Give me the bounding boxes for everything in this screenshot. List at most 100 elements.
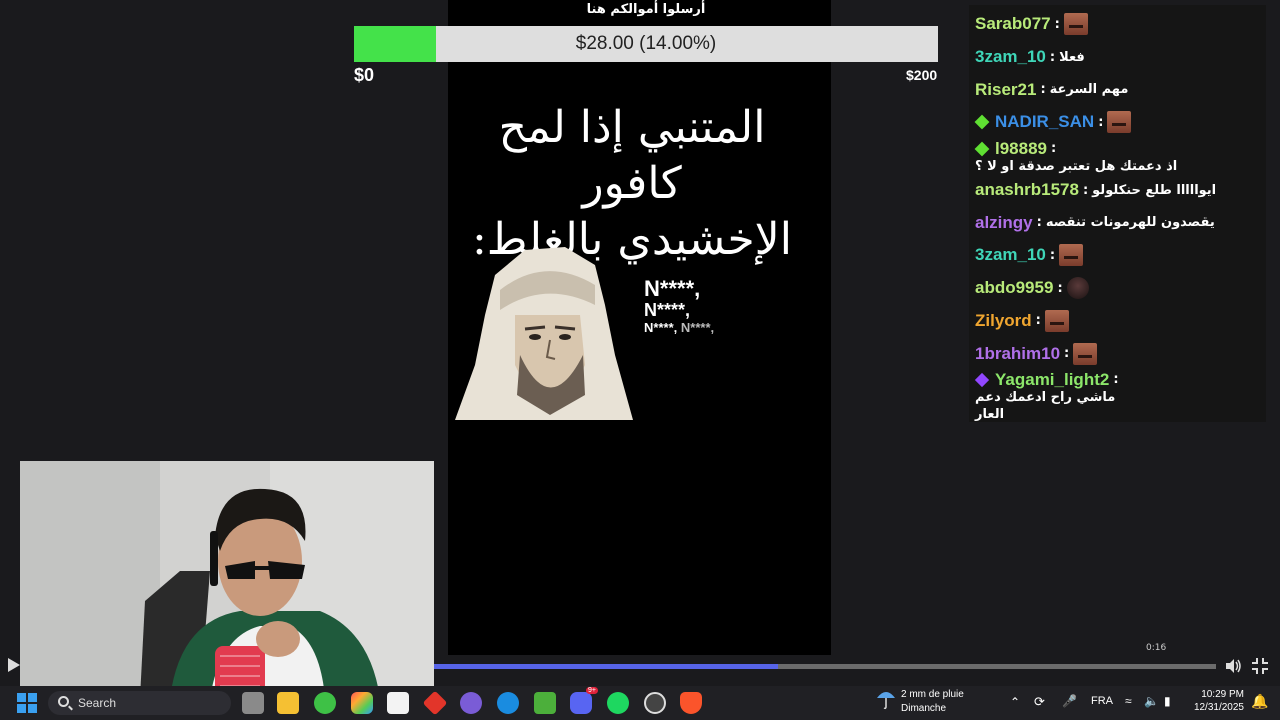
chat-separator: : (1049, 247, 1056, 263)
chat-message: Sarab077: (969, 8, 1266, 41)
chat-separator: : (1113, 372, 1119, 388)
sync-icon[interactable]: ⟳ (1034, 694, 1045, 710)
xbox-icon[interactable] (314, 692, 336, 714)
chat-username[interactable]: NADIR_SAN (995, 112, 1094, 132)
chat-message: Yagami_light2: ماشي راح ادعمك دعم العار (969, 370, 1266, 426)
chat-message: l98889: اذ دعمتك هل تعتبر صدقة او لا ؟ (969, 139, 1266, 174)
search-icon (58, 696, 69, 707)
obs-icon[interactable] (644, 692, 666, 714)
chat-username[interactable]: Sarab077 (975, 14, 1051, 34)
chat-message: abdo9959: (969, 272, 1266, 305)
meme-n-word-row3: N****, N****, (644, 321, 714, 334)
goal-min-label: $0 (354, 65, 375, 85)
microsoft-store-icon[interactable] (387, 692, 409, 714)
chat-username[interactable]: Zilyord (975, 311, 1032, 331)
chat-emote-icon (1044, 309, 1069, 332)
weather-line1: 2 mm de pluie (901, 689, 964, 700)
goal-max-label: $200 (906, 67, 938, 83)
spotify-icon[interactable] (607, 692, 629, 714)
poet-portrait-image (455, 247, 633, 420)
meme-n-word-1: N****, (644, 276, 701, 301)
meme-caption-line1: المتنبي إذا لمح كافور (498, 102, 766, 209)
chat-text: ايوااااا طلع حنكلولو (1092, 182, 1217, 198)
wifi-icon[interactable]: ≈ (1125, 694, 1132, 708)
task-view-icon[interactable] (242, 692, 264, 714)
chat-message: Riser21: مهم السرعة (969, 73, 1266, 106)
chat-emote-icon (1063, 13, 1088, 36)
chat-text: مهم السرعة (1049, 82, 1129, 98)
chat-message: 3zam_10: (969, 239, 1266, 272)
chat-username[interactable]: Yagami_light2 (995, 370, 1109, 390)
taskbar-search-label: Search (78, 696, 117, 710)
chat-message: Zilyord: (969, 305, 1266, 338)
language-indicator[interactable]: FRA (1091, 695, 1113, 707)
chat-text: ماشي راح ادعمك دعم (975, 389, 1116, 405)
meme-n-word-3b: N****, (680, 320, 715, 335)
chat-separator: : (1040, 82, 1046, 98)
chat-separator: : (1057, 280, 1063, 296)
weather-widget[interactable]: 2 mm de pluie Dimanche (876, 688, 964, 715)
play-icon[interactable] (7, 657, 21, 677)
browser-icon[interactable] (497, 692, 519, 714)
chat-username[interactable]: abdo9959 (975, 278, 1053, 298)
chat-emote-icon (1073, 342, 1098, 365)
chat-username[interactable]: anashrb1578 (975, 180, 1079, 200)
chat-username[interactable]: 1brahim10 (975, 344, 1060, 364)
webcam-feed (20, 461, 434, 698)
goal-title: أرسلوا أموالكم هنا (586, 2, 706, 17)
chat-message: NADIR_SAN: (969, 106, 1266, 139)
twitch-chat-icon[interactable] (460, 692, 482, 714)
chat-text: اذ دعمتك هل تعتبر صدقة او لا ؟ (975, 158, 1178, 174)
chat-separator: : (1051, 141, 1057, 157)
meme-n-word-2: N****, (644, 300, 691, 320)
video-time-label: 0:16 (1146, 643, 1167, 653)
clock-date: 12/31/2025 (1193, 702, 1244, 713)
chat-username[interactable]: 3zam_10 (975, 245, 1046, 265)
chat-overlay: Sarab077:3zam_10: فعلا Riser21: مهم السرعة N… (969, 5, 1266, 422)
chat-text-continued: العار (975, 406, 1005, 422)
chat-message: 1brahim10: (969, 337, 1266, 370)
utorrent-icon[interactable] (534, 692, 556, 714)
chat-message: alzingy: يقصدون للهرمونات تنقصه (969, 206, 1266, 239)
anydesk-icon[interactable] (422, 690, 448, 716)
weather-line2: Dimanche (901, 703, 947, 714)
clock-time: 10:29 PM (1201, 689, 1244, 700)
copilot-icon[interactable] (351, 692, 373, 714)
windows-start-icon[interactable] (16, 692, 38, 714)
discord-badge: 9+ (586, 687, 598, 694)
chat-message: anashrb1578: ايوااااا طلع حنكلولو (969, 174, 1266, 207)
battery-icon[interactable]: ▮ (1164, 694, 1171, 708)
chat-separator: : (1036, 215, 1042, 231)
taskbar-search[interactable]: Search (48, 691, 231, 715)
video-progress-fill (434, 664, 779, 669)
microphone-icon[interactable]: 🎤 (1062, 694, 1077, 708)
chat-emote-icon (1059, 244, 1084, 267)
speaker-icon[interactable]: 🔈 (1144, 694, 1159, 708)
chat-emote-icon (1107, 111, 1132, 134)
chat-username[interactable]: Riser21 (975, 80, 1036, 100)
chat-username[interactable]: l98889 (995, 139, 1047, 159)
chat-text: يقصدون للهرمونات تنقصه (1045, 215, 1215, 231)
stream-screen: أرسلوا أموالكم هنا $28.00 (14.00%) $0 $2… (0, 0, 1280, 720)
chat-badge-icon (974, 372, 990, 388)
chat-separator: : (1054, 16, 1060, 32)
chat-separator: : (1098, 114, 1104, 130)
taskbar: Search 9+ 2 mm de pluie Dimanche ⌃ ⟳ 🎤 F… (0, 686, 1280, 720)
chat-separator: : (1035, 313, 1041, 329)
video-progress-bar[interactable] (434, 664, 1216, 669)
discord-icon[interactable]: 9+ (570, 687, 598, 714)
tray-chevron-icon[interactable]: ⌃ (1010, 695, 1020, 709)
brave-icon[interactable] (680, 692, 702, 714)
exit-fullscreen-icon[interactable] (1251, 657, 1269, 679)
chat-text: فعلا (1059, 49, 1085, 65)
volume-icon[interactable] (1224, 657, 1242, 679)
chat-username[interactable]: alzingy (975, 213, 1033, 233)
meme-n-words: N****, N****, N****, N****, (644, 276, 714, 335)
meme-caption: المتنبي إذا لمح كافور الإخشيدي بالغلط: (452, 100, 812, 268)
goal-progress-bar: $28.00 (14.00%) (354, 26, 938, 62)
chat-username[interactable]: 3zam_10 (975, 47, 1046, 67)
file-explorer-icon[interactable] (277, 692, 299, 714)
notification-bell-icon[interactable]: 🔔 (1251, 693, 1268, 710)
taskbar-clock[interactable]: 10:29 PM 12/31/2025 (1188, 688, 1244, 714)
chat-badge-icon (974, 141, 990, 157)
